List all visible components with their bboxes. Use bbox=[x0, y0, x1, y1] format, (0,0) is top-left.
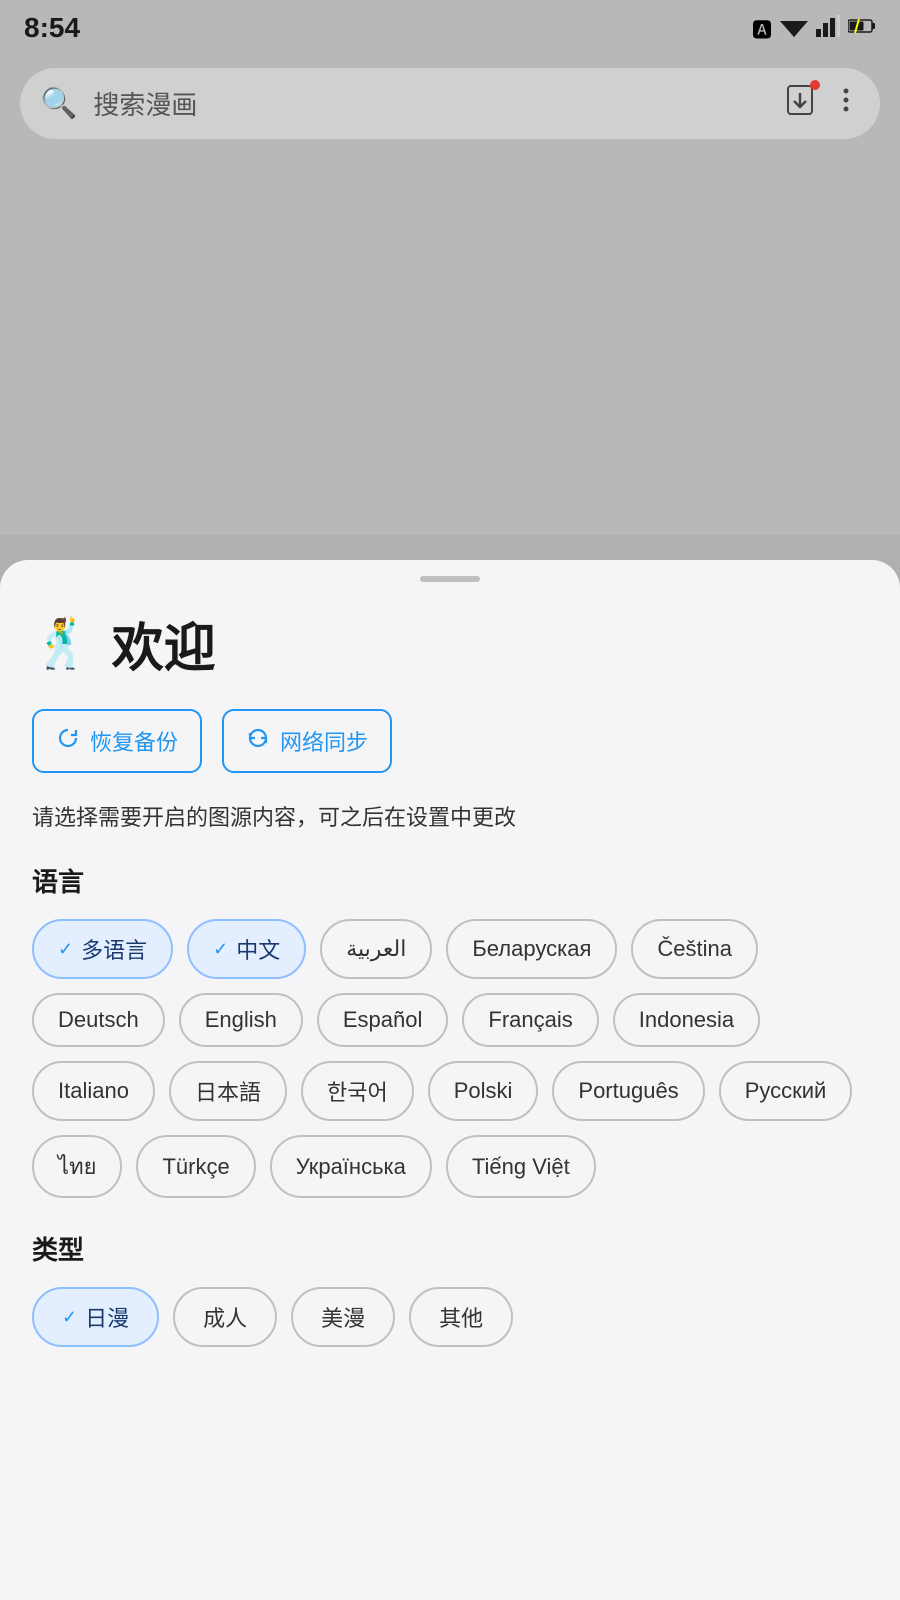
status-icons: 🅰 bbox=[752, 14, 876, 43]
language-chip-japanese[interactable]: 日本語 bbox=[169, 1061, 287, 1121]
language-chip-deutsch[interactable]: Deutsch bbox=[32, 993, 165, 1047]
download-badge bbox=[810, 80, 820, 90]
welcome-icon: 🕺 bbox=[32, 615, 92, 672]
type-chip-webtoon[interactable]: 美漫 bbox=[291, 1287, 395, 1347]
chip-label: ไทย bbox=[58, 1149, 96, 1184]
welcome-title: 欢迎 bbox=[112, 606, 216, 681]
language-chip-russian[interactable]: Русский bbox=[719, 1061, 853, 1121]
wifi-icon bbox=[780, 15, 808, 42]
network-sync-button[interactable]: 网络同步 bbox=[222, 709, 392, 773]
chip-label: Türkçe bbox=[162, 1154, 229, 1180]
sim-icon: 🅰 bbox=[752, 14, 772, 43]
chip-label: العربية bbox=[346, 936, 406, 962]
search-icon: 🔍 bbox=[40, 86, 77, 121]
chip-label: 中文 bbox=[236, 933, 280, 965]
type-section-label: 类型 bbox=[32, 1230, 868, 1267]
chip-label: 其他 bbox=[439, 1301, 483, 1333]
chip-label: Deutsch bbox=[58, 1007, 139, 1033]
language-chip-turkish[interactable]: Türkçe bbox=[136, 1135, 255, 1198]
signal-icon bbox=[816, 15, 840, 42]
chip-label: 多语言 bbox=[81, 933, 147, 965]
chip-label: Indonesia bbox=[639, 1007, 734, 1033]
language-chips: ✓ 多语言 ✓ 中文 العربية Беларуская Čeština Deutsch En… bbox=[32, 919, 868, 1198]
download-button[interactable] bbox=[784, 84, 816, 123]
language-chip-vietnamese[interactable]: Tiếng Việt bbox=[446, 1135, 596, 1198]
battery-icon bbox=[848, 19, 876, 38]
check-icon: ✓ bbox=[213, 939, 228, 960]
language-chip-espanol[interactable]: Español bbox=[317, 993, 449, 1047]
chip-label: 日本語 bbox=[195, 1075, 261, 1107]
check-icon: ✓ bbox=[58, 939, 73, 960]
chip-label: 成人 bbox=[203, 1301, 247, 1333]
chip-label: 한국어 bbox=[327, 1075, 388, 1107]
language-chip-portuguese[interactable]: Português bbox=[552, 1061, 704, 1121]
type-chip-other[interactable]: 其他 bbox=[409, 1287, 513, 1347]
language-chip-indonesia[interactable]: Indonesia bbox=[613, 993, 760, 1047]
bottom-sheet: 🕺 欢迎 恢复备份 bbox=[0, 560, 900, 1600]
type-chip-manga[interactable]: ✓ 日漫 bbox=[32, 1287, 159, 1347]
status-bar: 8:54 🅰 bbox=[0, 0, 900, 52]
language-chip-arabic[interactable]: العربية bbox=[320, 919, 432, 979]
language-chip-chinese[interactable]: ✓ 中文 bbox=[187, 919, 306, 979]
drag-handle[interactable] bbox=[420, 576, 480, 582]
restore-backup-button[interactable]: 恢复备份 bbox=[32, 709, 202, 773]
language-section-label: 语言 bbox=[32, 862, 868, 899]
chip-label: English bbox=[205, 1007, 277, 1033]
check-icon: ✓ bbox=[62, 1307, 77, 1328]
welcome-header: 🕺 欢迎 bbox=[32, 606, 868, 681]
chip-label: Русский bbox=[745, 1078, 827, 1104]
sync-icon bbox=[246, 726, 270, 756]
language-chip-english[interactable]: English bbox=[179, 993, 303, 1047]
type-chip-adult[interactable]: 成人 bbox=[173, 1287, 277, 1347]
search-bar[interactable]: 🔍 搜索漫画 bbox=[20, 68, 880, 139]
chip-label: Português bbox=[578, 1078, 678, 1104]
chip-label: Español bbox=[343, 1007, 423, 1033]
description-text: 请选择需要开启的图源内容，可之后在设置中更改 bbox=[32, 801, 868, 834]
restore-icon bbox=[56, 726, 80, 756]
chip-label: Italiano bbox=[58, 1078, 129, 1104]
language-chip-czech[interactable]: Čeština bbox=[631, 919, 758, 979]
network-sync-label: 网络同步 bbox=[280, 725, 368, 757]
chip-label: 日漫 bbox=[85, 1301, 129, 1333]
language-chip-ukrainian[interactable]: Українська bbox=[270, 1135, 432, 1198]
action-buttons: 恢复备份 网络同步 bbox=[32, 709, 868, 773]
chip-label: 美漫 bbox=[321, 1301, 365, 1333]
language-chip-korean[interactable]: 한국어 bbox=[301, 1061, 414, 1121]
language-chip-francais[interactable]: Français bbox=[462, 993, 598, 1047]
search-area: 🔍 搜索漫画 bbox=[0, 52, 900, 155]
chip-label: Беларуская bbox=[472, 936, 591, 962]
chip-label: Tiếng Việt bbox=[472, 1154, 570, 1180]
status-time: 8:54 bbox=[24, 12, 80, 44]
language-chip-italiano[interactable]: Italiano bbox=[32, 1061, 155, 1121]
type-chips: ✓ 日漫 成人 美漫 其他 bbox=[32, 1287, 868, 1347]
language-chip-thai[interactable]: ไทย bbox=[32, 1135, 122, 1198]
more-button[interactable] bbox=[832, 86, 860, 121]
chip-label: Українська bbox=[296, 1154, 406, 1180]
search-placeholder: 搜索漫画 bbox=[93, 85, 768, 122]
sheet-content: 🕺 欢迎 恢复备份 bbox=[0, 606, 900, 1347]
chip-label: Čeština bbox=[657, 936, 732, 962]
chip-label: Polski bbox=[454, 1078, 513, 1104]
language-chip-belarusian[interactable]: Беларуская bbox=[446, 919, 617, 979]
chip-label: Français bbox=[488, 1007, 572, 1033]
search-actions bbox=[784, 84, 860, 123]
language-chip-polski[interactable]: Polski bbox=[428, 1061, 539, 1121]
background-area bbox=[0, 155, 900, 535]
language-chip-multilang[interactable]: ✓ 多语言 bbox=[32, 919, 173, 979]
restore-backup-label: 恢复备份 bbox=[90, 725, 178, 757]
